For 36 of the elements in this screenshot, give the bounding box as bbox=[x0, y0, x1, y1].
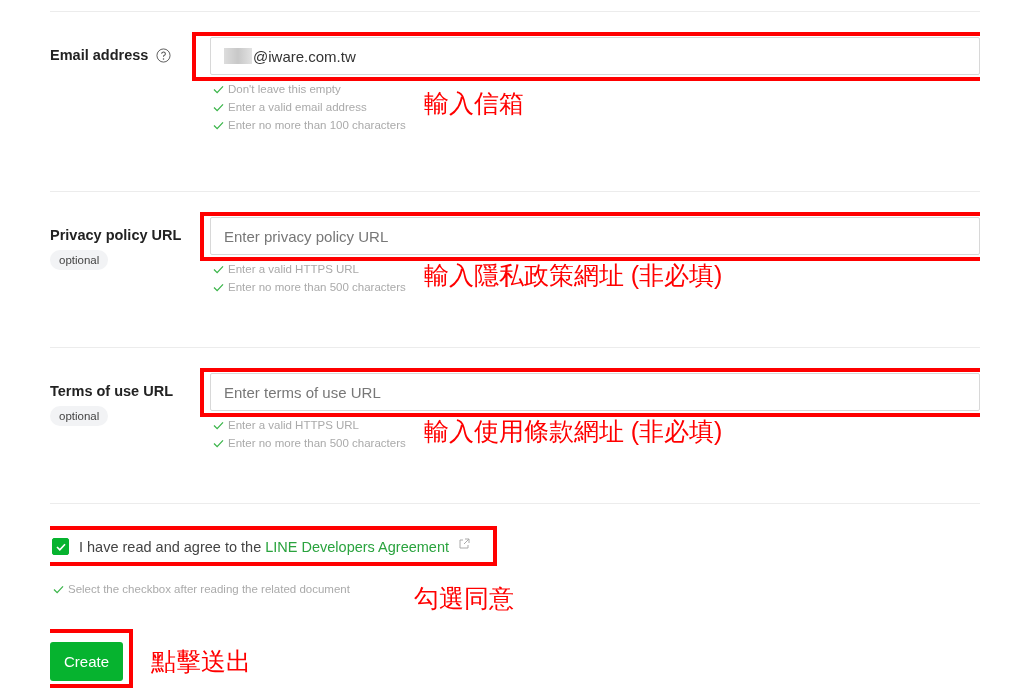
hint-text: Enter a valid email address bbox=[228, 101, 367, 113]
text-field[interactable]: @iware.com.tw bbox=[210, 37, 980, 75]
check-icon bbox=[53, 584, 64, 594]
annotation-note: 輸入使用條款網址 (非必填) bbox=[423, 416, 723, 447]
annotation-note: 勾選同意 bbox=[413, 583, 514, 614]
optional-tag: optional bbox=[50, 250, 109, 270]
field-label: Terms of use URL bbox=[50, 383, 173, 399]
create-button[interactable]: Create bbox=[50, 642, 124, 681]
agreement-text: I have read and agree to the LINE Developers Agreement bbox=[79, 538, 449, 555]
annotation-note: 輸入隱私政策網址 (非必填) bbox=[423, 260, 723, 291]
agreement-link[interactable]: LINE Developers Agreement bbox=[265, 538, 449, 555]
check-icon bbox=[213, 438, 224, 448]
annotation-note: 點擊送出 bbox=[151, 646, 252, 677]
help-icon[interactable] bbox=[156, 47, 172, 63]
hint-text: Enter no more than 500 characters bbox=[228, 281, 406, 293]
check-icon bbox=[55, 542, 66, 551]
optional-tag: optional bbox=[50, 406, 109, 426]
checkbox[interactable] bbox=[52, 538, 69, 555]
field-label: Email address bbox=[50, 47, 149, 63]
text-field[interactable]: Enter terms of use URL bbox=[210, 373, 980, 411]
field-label: Privacy policy URL bbox=[50, 227, 182, 243]
check-icon bbox=[213, 420, 224, 430]
check-icon bbox=[213, 282, 224, 292]
hint-text: Select the checkbox after reading the related document bbox=[68, 583, 350, 595]
hint-text: Enter a valid HTTPS URL bbox=[228, 419, 359, 431]
check-icon bbox=[213, 84, 224, 94]
check-icon bbox=[213, 102, 224, 112]
text-field[interactable]: Enter privacy policy URL bbox=[210, 217, 980, 255]
hint-text: Enter no more than 100 characters bbox=[228, 119, 406, 131]
check-icon bbox=[213, 120, 224, 130]
hint-text: Enter a valid HTTPS URL bbox=[228, 263, 359, 275]
external-link-icon[interactable] bbox=[458, 537, 470, 550]
hint-text: Don't leave this empty bbox=[228, 83, 341, 95]
annotation-note: 輸入信箱 bbox=[423, 88, 524, 119]
check-icon bbox=[213, 264, 224, 274]
hint-text: Enter no more than 500 characters bbox=[228, 437, 406, 449]
